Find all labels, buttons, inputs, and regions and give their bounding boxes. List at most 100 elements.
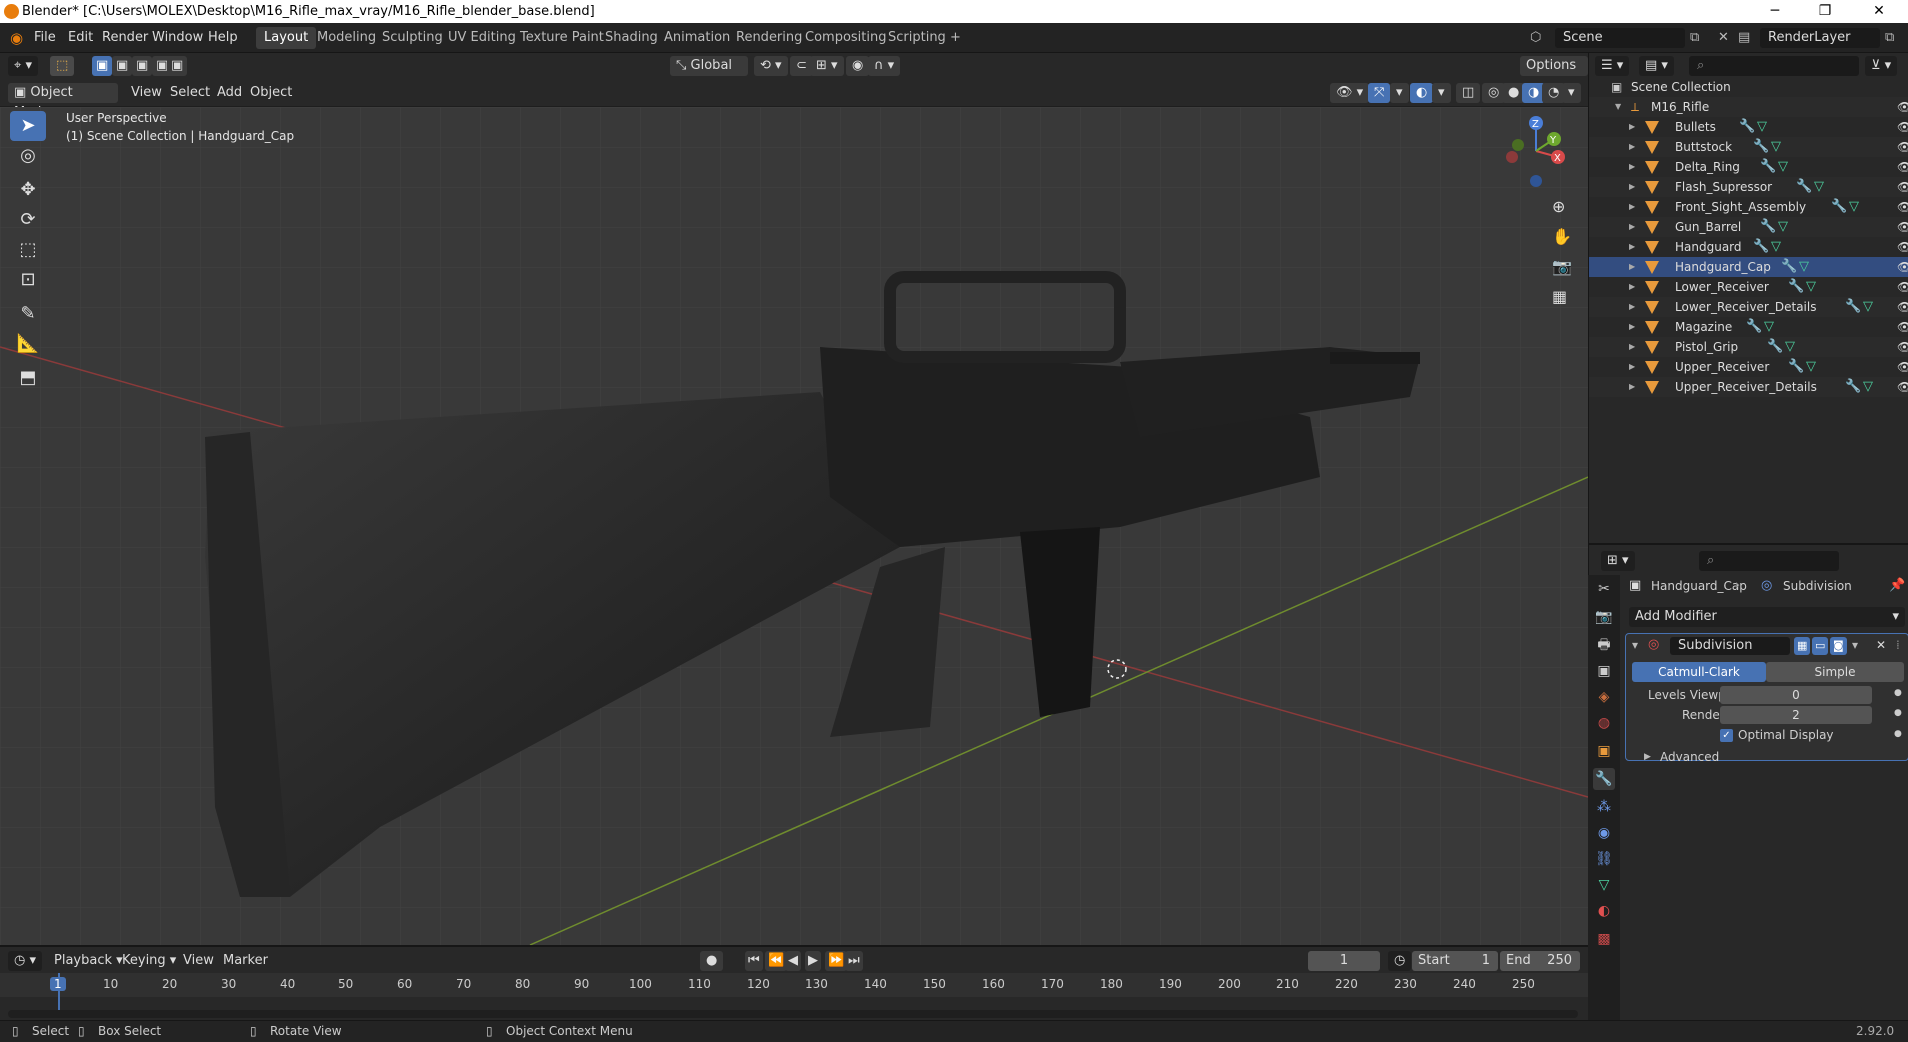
mesh-data-icon[interactable]: ▽ — [1863, 297, 1873, 317]
mesh-data-icon[interactable]: ▽ — [1799, 257, 1809, 277]
select-mode-extend-icon[interactable]: ▣ — [112, 56, 133, 76]
simple-tab[interactable]: Simple — [1766, 662, 1904, 682]
blender-menu-icon[interactable]: ◉ — [10, 28, 23, 48]
outliner-row-m16-rifle[interactable]: ▼ ⟂ M16_Rifle 👁 — [1589, 97, 1908, 117]
particles-tab-icon[interactable]: ⁂ — [1593, 796, 1615, 818]
pin-icon[interactable]: 📌 — [1889, 578, 1905, 593]
texture-tab-icon[interactable]: ▩ — [1593, 928, 1615, 950]
expand-arrow-icon[interactable]: ▶ — [1629, 377, 1635, 397]
menu-edit[interactable]: Edit — [68, 28, 93, 48]
mesh-data-icon[interactable]: ▽ — [1785, 337, 1795, 357]
visibility-icon[interactable]: 👁 ▾ — [1330, 83, 1370, 103]
visibility-eye-icon[interactable]: 👁 — [1897, 217, 1908, 237]
mesh-data-icon[interactable]: ▽ — [1814, 177, 1824, 197]
mesh-data-icon[interactable]: ▽ — [1771, 237, 1781, 257]
scene-name-field[interactable]: Scene — [1555, 28, 1685, 48]
catmull-clark-tab[interactable]: Catmull-Clark — [1632, 662, 1766, 682]
mesh-data-icon[interactable]: ▽ — [1778, 157, 1788, 177]
select-mode-subtract-icon[interactable]: ▣ — [132, 56, 153, 76]
render-levels-field[interactable]: 2 — [1720, 706, 1872, 724]
rotate-tool-icon[interactable]: ⟳ — [10, 205, 46, 235]
timeline-editor-type-icon[interactable]: ◷ ▾ — [8, 951, 43, 971]
end-frame-field[interactable]: End 250 — [1500, 951, 1580, 971]
maximize-button[interactable]: ❐ — [1802, 0, 1848, 23]
gizmo-neg-x-icon[interactable] — [1506, 151, 1518, 163]
play-reverse-icon[interactable]: ◀ — [785, 951, 801, 971]
physics-tab-icon[interactable]: ◉ — [1593, 822, 1615, 844]
close-window-button[interactable]: ✕ — [1856, 0, 1902, 23]
outliner-row-handguard[interactable]: ▶ Handguard 🔧 ▽ 👁 — [1589, 237, 1908, 257]
outliner-row-upper-receiver[interactable]: ▶ Upper_Receiver 🔧 ▽ 👁 — [1589, 357, 1908, 377]
mesh-data-icon[interactable]: ▽ — [1778, 217, 1788, 237]
props-search-input[interactable]: ⌕ — [1699, 551, 1839, 571]
expand-arrow-icon[interactable]: ▶ — [1629, 137, 1635, 157]
minimize-button[interactable]: ─ — [1752, 0, 1798, 23]
overlay-toggle-icon[interactable]: ◐ — [1410, 83, 1434, 103]
visibility-eye-icon[interactable]: 👁 — [1897, 177, 1908, 197]
expand-arrow-icon[interactable]: ▶ — [1629, 177, 1635, 197]
material-tab-icon[interactable]: ◐ — [1593, 900, 1615, 922]
timeline-menu-view[interactable]: View — [183, 951, 214, 971]
select-tool-icon[interactable]: ⬚ — [50, 56, 75, 76]
tab-layout[interactable]: Layout — [256, 27, 317, 49]
jump-end-icon[interactable]: ⏭ — [845, 951, 863, 971]
expand-arrow-icon[interactable]: ▶ — [1629, 217, 1635, 237]
outliner-row-upper-receiver-details[interactable]: ▶ Upper_Receiver_Details 🔧 ▽ 👁 — [1589, 377, 1908, 397]
drag-handle-icon[interactable]: ⁞ — [1896, 638, 1900, 652]
jump-prev-keyframe-icon[interactable]: ⏪ — [765, 951, 788, 971]
levels-keyframe-icon[interactable]: ● — [1894, 688, 1902, 698]
outliner-row-front-sight-assembly[interactable]: ▶ Front_Sight_Assembly 🔧 ▽ 👁 — [1589, 197, 1908, 217]
zoom-icon[interactable]: ⊕ — [1552, 197, 1565, 216]
modifier-wrench-icon[interactable]: 🔧 — [1767, 337, 1783, 357]
modifier-wrench-icon[interactable]: 🔧 — [1845, 377, 1861, 397]
outliner-row-handguard-cap[interactable]: ▶ Handguard_Cap 🔧 ▽ 👁 — [1589, 257, 1908, 277]
collapse-arrow-icon[interactable]: ▾ — [1632, 638, 1638, 652]
timeline-menu-playback[interactable]: Playback ▾ — [54, 951, 123, 971]
editor-type-icon[interactable]: ⌖ ▾ — [8, 56, 38, 76]
snap-target-icon[interactable]: ⊞ ▾ — [810, 56, 844, 76]
optimal-keyframe-icon[interactable]: ● — [1894, 729, 1902, 739]
start-frame-field[interactable]: Start 1 — [1412, 951, 1498, 971]
mesh-data-icon[interactable]: ▽ — [1757, 117, 1767, 137]
measure-tool-icon[interactable]: 📐 — [10, 329, 46, 359]
ortho-toggle-icon[interactable]: ▦ — [1552, 287, 1567, 306]
modifier-wrench-icon[interactable]: 🔧 — [1788, 357, 1804, 377]
render-keyframe-icon[interactable]: ● — [1894, 708, 1902, 718]
pivot-point-icon[interactable]: ⟲ ▾ — [754, 56, 788, 76]
menu-render[interactable]: Render — [102, 28, 148, 48]
mesh-data-tab-icon[interactable]: ▽ — [1593, 874, 1615, 896]
modifier-wrench-icon[interactable]: 🔧 — [1788, 277, 1804, 297]
expand-arrow-icon[interactable]: ▶ — [1629, 257, 1635, 277]
outliner-row-magazine[interactable]: ▶ Magazine 🔧 ▽ 👁 — [1589, 317, 1908, 337]
mesh-data-icon[interactable]: ▽ — [1849, 197, 1859, 217]
outliner-row-scene-collection[interactable]: ▣ Scene Collection — [1589, 77, 1908, 97]
visibility-eye-icon[interactable]: 👁 — [1897, 137, 1908, 157]
modifier-wrench-icon[interactable]: 🔧 — [1760, 217, 1776, 237]
expand-arrow-icon[interactable]: ▶ — [1629, 197, 1635, 217]
modifier-wrench-icon[interactable]: 🔧 — [1845, 297, 1861, 317]
record-keyframe-icon[interactable]: ● — [700, 951, 724, 971]
current-frame-field[interactable]: 1 — [1308, 951, 1380, 971]
transform-tool-icon[interactable]: ⊡ — [10, 265, 46, 295]
modifier-wrench-icon[interactable]: 🔧 — [1753, 237, 1769, 257]
display-mode-icon[interactable]: ▤ ▾ — [1639, 56, 1674, 76]
scene-tab-icon[interactable]: ◈ — [1593, 686, 1615, 708]
outliner-row-pistol-grip[interactable]: ▶ Pistol_Grip 🔧 ▽ 👁 — [1589, 337, 1908, 357]
view-layer-field[interactable]: RenderLayer — [1760, 28, 1880, 48]
cursor-tool-icon[interactable]: ◎ — [10, 141, 46, 171]
visibility-eye-icon[interactable]: 👁 — [1897, 97, 1908, 117]
modifier-menu-icon[interactable]: ▾ — [1852, 638, 1858, 652]
object-tab-icon[interactable]: ▣ — [1593, 740, 1615, 762]
mesh-data-icon[interactable]: ▽ — [1806, 277, 1816, 297]
outliner-editor-type-icon[interactable]: ☰ ▾ — [1595, 56, 1630, 76]
modifier-wrench-icon[interactable]: 🔧 — [1746, 317, 1762, 337]
visibility-eye-icon[interactable]: 👁 — [1897, 297, 1908, 317]
jump-start-icon[interactable]: ⏮ — [745, 951, 763, 971]
proportional-edit-icon[interactable]: ◉ — [846, 56, 870, 76]
expand-arrow-icon[interactable]: ▶ — [1629, 117, 1635, 137]
viewport-toggle-icon[interactable]: ▭ — [1812, 637, 1829, 655]
outliner-row-gun-barrel[interactable]: ▶ Gun_Barrel 🔧 ▽ 👁 — [1589, 217, 1908, 237]
mesh-data-icon[interactable]: ▽ — [1863, 377, 1873, 397]
visibility-eye-icon[interactable]: 👁 — [1897, 357, 1908, 377]
mesh-data-icon[interactable]: ▽ — [1771, 137, 1781, 157]
